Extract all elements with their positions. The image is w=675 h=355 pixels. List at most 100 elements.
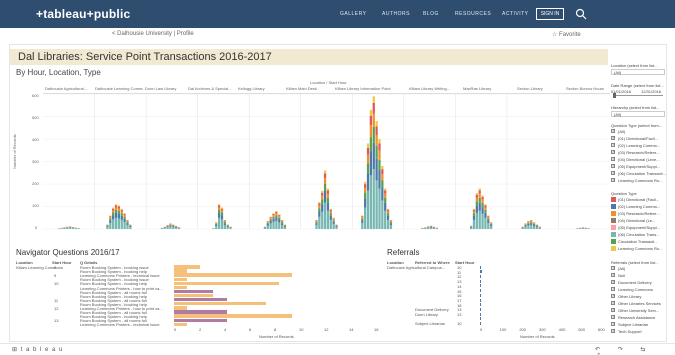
bar-segment[interactable]: [524, 224, 527, 226]
bar-segment[interactable]: [435, 228, 438, 229]
navigator-bar[interactable]: [174, 281, 279, 285]
navigator-bar[interactable]: [174, 310, 227, 314]
bar-segment[interactable]: [484, 217, 487, 229]
bar-segment[interactable]: [175, 227, 178, 229]
bar-segment[interactable]: [384, 190, 387, 194]
bar-segment[interactable]: [375, 135, 378, 146]
referral-bar[interactable]: [480, 317, 482, 321]
bar-segment[interactable]: [527, 221, 530, 223]
bar-segment[interactable]: [472, 215, 476, 220]
bar-segment[interactable]: [487, 222, 490, 229]
bar-segment[interactable]: [366, 143, 370, 148]
bar-segment[interactable]: [329, 213, 332, 216]
bar-segment[interactable]: [472, 213, 476, 216]
bar-segment[interactable]: [530, 220, 533, 222]
bar-segment[interactable]: [112, 215, 115, 220]
bar-segment[interactable]: [280, 224, 284, 229]
bar-segment[interactable]: [481, 195, 484, 197]
bar-segment[interactable]: [114, 204, 118, 206]
bar-segment[interactable]: [269, 216, 272, 218]
bar-segment[interactable]: [475, 205, 478, 213]
bar-segment[interactable]: [532, 225, 536, 229]
bar-segment[interactable]: [169, 226, 172, 229]
bar-segment[interactable]: [60, 228, 63, 229]
bar-segment[interactable]: [106, 225, 109, 227]
checkbox[interactable]: ✓: [611, 128, 615, 133]
bar-segment[interactable]: [527, 225, 530, 229]
bar-segment[interactable]: [369, 109, 373, 116]
bar-segment[interactable]: [215, 223, 218, 225]
navigator-bar[interactable]: [174, 285, 188, 290]
bar-segment[interactable]: [226, 225, 229, 227]
bar-segment[interactable]: [386, 208, 390, 210]
nav-resources[interactable]: RESOURCES: [455, 11, 491, 17]
bar-segment[interactable]: [172, 226, 175, 229]
bar-segment[interactable]: [280, 220, 284, 222]
navigator-bar[interactable]: [174, 269, 188, 273]
bar-segment[interactable]: [129, 225, 132, 227]
bar-segment[interactable]: [532, 223, 536, 224]
bar-segment[interactable]: [524, 224, 527, 225]
referral-rows[interactable]: Dalhousie Agricultural Campus... 10 11 12 13…: [385, 265, 607, 327]
bar-segment[interactable]: [117, 205, 121, 207]
bar-segment[interactable]: [278, 214, 281, 216]
bar-segment[interactable]: [484, 212, 487, 218]
bar-segment[interactable]: [129, 226, 132, 229]
referral-bar[interactable]: [480, 298, 482, 302]
bar-segment[interactable]: [315, 224, 318, 229]
bar-segment[interactable]: [372, 113, 375, 127]
bar-segment[interactable]: [527, 222, 530, 223]
bar-segment[interactable]: [177, 228, 181, 229]
checkbox[interactable]: ✓: [611, 321, 615, 326]
navigator-bar[interactable]: [174, 314, 293, 318]
bar-segment[interactable]: [123, 218, 126, 222]
bar-segment[interactable]: [386, 215, 390, 220]
bar-segment[interactable]: [280, 223, 284, 225]
location-filter-dropdown[interactable]: (All): [611, 69, 665, 75]
bar-segment[interactable]: [278, 216, 281, 218]
bar-segment[interactable]: [114, 209, 118, 213]
bar-segment[interactable]: [112, 208, 115, 211]
bar-segment[interactable]: [321, 204, 324, 212]
bar-segment[interactable]: [530, 223, 533, 225]
bar-segment[interactable]: [263, 227, 267, 229]
bar-segment[interactable]: [484, 205, 487, 208]
navigator-bar[interactable]: [174, 277, 188, 281]
bar-segment[interactable]: [478, 188, 481, 191]
checkbox[interactable]: ✓: [611, 135, 615, 140]
bar-segment[interactable]: [318, 203, 321, 206]
bar-segment[interactable]: [123, 221, 126, 229]
bar-segment[interactable]: [364, 184, 367, 188]
bar-segment[interactable]: [106, 226, 109, 229]
bar-segment[interactable]: [220, 208, 224, 211]
bar-segment[interactable]: [427, 227, 430, 229]
bar-segment[interactable]: [169, 225, 172, 227]
referral-bar[interactable]: [480, 289, 482, 293]
referral-bar[interactable]: [480, 307, 482, 311]
bar-segment[interactable]: [487, 218, 490, 221]
bar-segment[interactable]: [484, 209, 487, 213]
bar-segment[interactable]: [378, 188, 381, 230]
bar-segment[interactable]: [481, 203, 484, 208]
checkbox[interactable]: ✓: [611, 328, 615, 333]
bar-segment[interactable]: [332, 219, 335, 221]
bar-segment[interactable]: [223, 224, 226, 229]
bar-segment[interactable]: [109, 220, 112, 223]
bar-segment[interactable]: [269, 220, 272, 224]
bar-segment[interactable]: [275, 213, 278, 216]
top-chart-plot[interactable]: [43, 94, 610, 232]
bar-segment[interactable]: [112, 219, 115, 229]
bar-segment[interactable]: [481, 196, 484, 200]
bar-segment[interactable]: [223, 223, 226, 225]
bar-segment[interactable]: [386, 219, 390, 229]
bar-segment[interactable]: [386, 211, 390, 214]
bar-segment[interactable]: [335, 225, 338, 227]
bar-segment[interactable]: [226, 226, 229, 229]
bar-segment[interactable]: [429, 227, 433, 229]
bar-segment[interactable]: [106, 226, 109, 227]
bar-segment[interactable]: [469, 227, 473, 229]
bar-segment[interactable]: [321, 190, 324, 193]
bar-segment[interactable]: [372, 142, 375, 170]
bar-segment[interactable]: [375, 180, 378, 229]
bar-segment[interactable]: [112, 212, 115, 216]
